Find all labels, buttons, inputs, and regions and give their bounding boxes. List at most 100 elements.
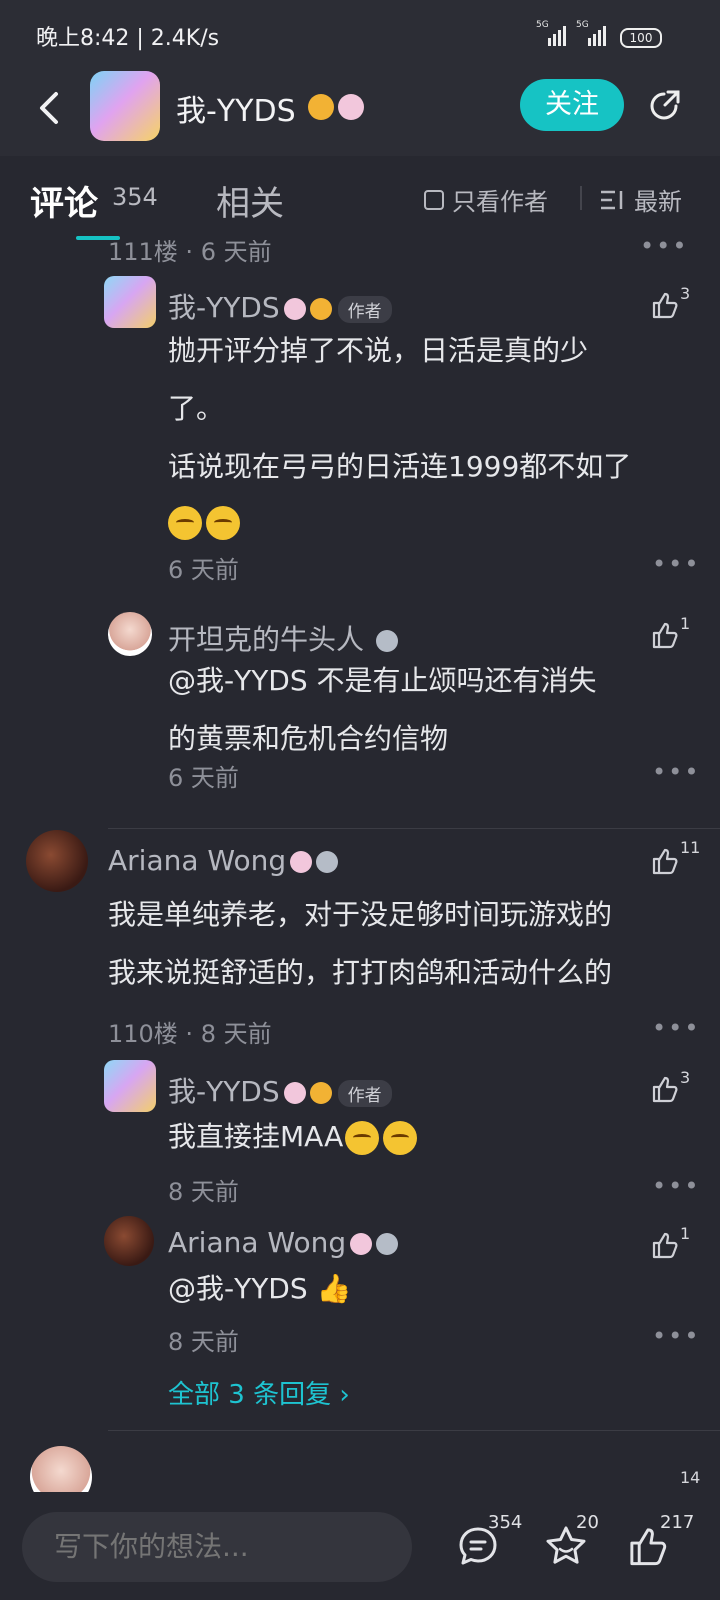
reply-body: 抛开评分掉了不说，日活是真的少 了。 话说现在弓弓的日活连1999都不如了 [168,322,631,554]
author-name[interactable]: 我-YYDS [176,86,296,130]
only-author-toggle[interactable]: 只看作者 [424,182,548,217]
only-author-label: 只看作者 [452,188,548,216]
status-icons: 5G 5G 100 [536,18,662,48]
more-options-icon[interactable]: ••• [652,1014,700,1042]
comment-username[interactable]: Ariana Wong [108,844,339,877]
back-arrow-icon[interactable] [34,88,68,128]
avatar[interactable] [104,1216,154,1266]
comment-input[interactable] [22,1512,412,1582]
username-text: 我-YYDS [168,1075,280,1108]
medal-badge-icon [338,94,364,120]
comment-body: 我是单纯养老，对于没足够时间玩游戏的 我来说挺舒适的，打打肉鸽和活动什么的 [108,886,612,1002]
level-badge-icon [316,851,339,873]
sort-icon [601,190,623,209]
more-options-icon[interactable]: ••• [652,1322,700,1350]
avatar[interactable] [26,830,88,892]
emoji-row [168,496,631,554]
signal-icon: 5G [536,18,566,48]
avatar[interactable] [108,612,152,656]
status-bar: 晚上8:42 | 2.4K/s 5G 5G 100 [0,0,720,66]
level-badge-icon [309,298,332,320]
comment-divider [108,828,720,829]
reply-text: @我-YYDS 👍 [168,1272,352,1305]
reply-text-line: 话说现在弓弓的日活连1999都不如了 [168,450,632,483]
thumbs-up-icon[interactable] [650,620,680,650]
medal-badge-icon [283,1082,306,1104]
signal-icon: 5G [576,18,606,48]
medal-badge-icon [290,851,313,873]
status-time: 晚上8:42 | 2.4K/s [36,26,220,51]
reply-text-line: 抛开评分掉了不说，日活是真的少 [168,334,589,367]
like-count: 11 [680,838,701,857]
reply-text-line: @我-YYDS 不是有止颂吗还有消失 [168,664,597,697]
medal-badge-icon [350,1233,373,1255]
comment-count: 354 [488,1512,523,1533]
comment-text-line: 我是单纯养老，对于没足够时间玩游戏的 [108,898,613,931]
like-count: 14 [680,1468,701,1487]
floor-meta: 110楼 · 8 天前 [108,1020,272,1048]
avatar[interactable] [30,1446,92,1492]
reply-body: 我直接挂MAA [168,1108,421,1166]
reply-time: 6 天前 [168,764,239,792]
network-type-label: 5G [536,20,549,30]
more-options-icon[interactable]: ••• [652,550,700,578]
level-badge-icon [309,1082,332,1104]
like-count: 1 [680,614,691,633]
more-options-icon[interactable]: ••• [640,240,688,260]
avatar[interactable] [104,276,156,328]
reply-username[interactable]: Ariana Wong [168,1226,399,1259]
like-count: 3 [680,284,691,303]
reply-time: 8 天前 [168,1178,239,1206]
level-badge-icon [376,1233,399,1255]
avatar[interactable] [104,1060,156,1112]
medal-badge-icon [283,298,306,320]
floor-meta: 111楼 · 6 天前 [108,240,272,266]
username-text: Ariana Wong [168,1226,347,1259]
like-count: 1 [680,1224,691,1243]
angry-face-emoji-icon [168,506,202,540]
view-all-replies-link[interactable]: 全部 3 条回复 › [168,1374,350,1411]
level-badge-icon [308,94,334,120]
thumbs-up-icon[interactable] [650,1230,680,1260]
reply-text: 我直接挂MAA [168,1120,344,1153]
divider [580,186,582,210]
author-avatar[interactable] [90,71,160,141]
battery-icon: 100 [620,28,662,48]
level-badge-icon [376,630,399,652]
tab-related[interactable]: 相关 [216,176,284,225]
thumbs-up-icon[interactable] [650,290,680,320]
like-count: 217 [660,1512,695,1533]
tab-comments[interactable]: 评论 [30,176,98,225]
comment-feed[interactable]: 111楼 · 6 天前 ••• 我-YYDS 作者 3 抛开评分掉了不说，日活是真… [0,240,720,1492]
reply-text-line: 了。 [168,392,225,425]
reply-username[interactable]: 我-YYDS 作者 [168,1070,392,1110]
more-options-icon[interactable]: ••• [652,758,700,786]
favorite-count: 20 [576,1512,599,1533]
reply-time: 6 天前 [168,556,239,584]
author-tag: 作者 [337,295,392,323]
thumbs-up-icon[interactable] [650,846,680,876]
comment-tabs: 评论 354 相关 只看作者 最新 [0,156,720,240]
username-text: Ariana Wong [108,844,287,877]
follow-button[interactable]: 关注 [520,79,624,131]
comment-text-line: 我来说挺舒适的，打打肉鸽和活动什么的 [108,956,613,989]
top-app-bar: 我-YYDS 关注 [0,66,720,156]
smiling-face-emoji-icon [383,1121,418,1155]
smiling-face-emoji-icon [345,1121,380,1155]
comments-count: 354 [112,183,158,211]
more-options-icon[interactable]: ••• [652,1172,700,1200]
username-text: 我-YYDS [168,291,280,324]
bottom-action-bar: 354 20 217 [0,1492,720,1600]
thumbs-up-icon[interactable] [650,1074,680,1104]
network-type-label: 5G [576,20,589,30]
comment-divider [108,1430,720,1431]
sort-label: 最新 [634,188,682,216]
angry-face-emoji-icon [206,506,240,540]
checkbox-icon [424,189,444,210]
reply-time: 8 天前 [168,1328,239,1356]
reply-username[interactable]: 我-YYDS 作者 [168,286,392,326]
share-icon[interactable] [646,86,684,124]
author-tag: 作者 [337,1079,392,1107]
sort-toggle[interactable]: 最新 [600,182,682,217]
like-count: 3 [680,1068,691,1087]
